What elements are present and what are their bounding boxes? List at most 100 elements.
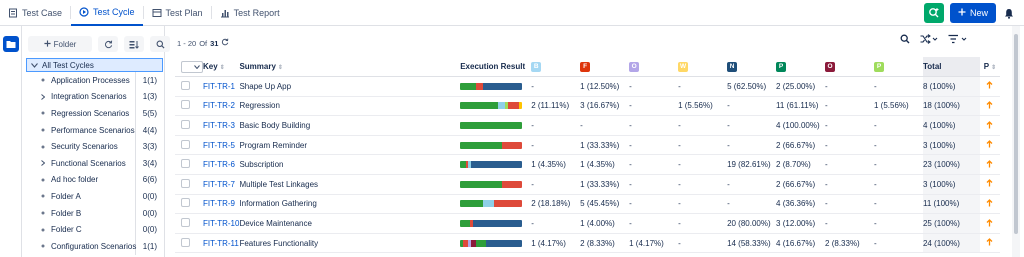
folder-tree: All Test Cycles Application Processes 1(1… xyxy=(26,58,163,255)
sort-button[interactable] xyxy=(124,36,144,52)
col-priority-label: P xyxy=(983,62,990,72)
key-link[interactable]: FIT-TR-6 xyxy=(203,160,235,169)
folder-panel-toggle[interactable] xyxy=(3,36,19,52)
search-icon[interactable] xyxy=(900,34,910,44)
total-cell: 3 (100%) xyxy=(922,135,980,155)
key-link[interactable]: FIT-TR-3 xyxy=(203,121,235,130)
bullet-icon xyxy=(38,78,48,82)
execution-result-cell xyxy=(460,77,531,97)
status-count-cell: - xyxy=(629,81,632,91)
row-checkbox[interactable] xyxy=(181,198,190,208)
table-row[interactable]: FIT-TR-5 Program Reminder -1 (33.33%) - - -2 … xyxy=(175,135,1000,155)
key-link[interactable]: FIT-TR-5 xyxy=(203,141,235,150)
progress-segment xyxy=(460,122,523,130)
progress-segment xyxy=(508,102,519,110)
table-row[interactable]: FIT-TR-2 Regression 2 (11.11%) 3 (16.67%) -1… xyxy=(175,96,1000,116)
key-link[interactable]: FIT-TR-2 xyxy=(203,101,235,110)
execution-progress-bar xyxy=(460,122,523,130)
table-row[interactable]: FIT-TR-11 Features Functionality 1 (4.17%)… xyxy=(175,233,1000,253)
add-folder-button[interactable]: Folder xyxy=(28,36,92,52)
status-count-cell: 3 (12.00%) xyxy=(776,219,816,229)
col-execution-result: Execution Result xyxy=(460,57,532,78)
tree-item[interactable]: Ad hoc folder 6(6) xyxy=(26,172,163,189)
folder-open-icon xyxy=(6,40,16,48)
scrollbar-thumb[interactable] xyxy=(1014,34,1018,234)
folder-sidebar: Folder All Test Cycles Application Proce… xyxy=(22,26,170,257)
key-link[interactable]: FIT-TR-1 xyxy=(203,82,235,91)
key-cell: FIT-TR-7 xyxy=(203,175,239,195)
table-row[interactable]: FIT-TR-1 Shape Up App -1 (12.50%) - -5 (62.5… xyxy=(175,76,1000,97)
priority-cell xyxy=(980,96,1000,116)
vertical-scrollbar[interactable] xyxy=(1012,26,1020,257)
tree-item[interactable]: Regression Scenarios 5(5) xyxy=(26,105,163,122)
priority-high-arrow-icon xyxy=(986,81,993,91)
tree-item[interactable]: Integration Scenarios 1(3) xyxy=(26,89,163,106)
status-count-cell: - xyxy=(874,199,877,209)
refresh-button[interactable] xyxy=(98,36,118,52)
tree-item-label: Configuration Scenarios xyxy=(51,241,137,251)
filter-dropdown[interactable] xyxy=(948,34,968,44)
tree-item[interactable]: Security Scenarios 3(3) xyxy=(26,138,163,155)
bell-icon[interactable] xyxy=(1002,6,1016,20)
row-checkbox[interactable] xyxy=(181,100,190,110)
progress-segment xyxy=(483,82,523,90)
table-row[interactable]: FIT-TR-3 Basic Body Building - - - - -4 (100.0… xyxy=(175,115,1000,136)
key-link[interactable]: FIT-TR-10 xyxy=(203,219,239,228)
tree-item[interactable]: Application Processes 1(1) xyxy=(26,72,163,89)
refresh-icon[interactable] xyxy=(221,38,229,48)
key-link[interactable]: FIT-TR-11 xyxy=(203,239,239,248)
priority-cell xyxy=(980,214,1000,234)
row-checkbox[interactable] xyxy=(181,178,190,188)
filter-icon xyxy=(948,34,967,44)
row-checkbox[interactable] xyxy=(181,237,190,247)
row-checkbox[interactable] xyxy=(181,159,190,169)
row-checkbox[interactable] xyxy=(181,80,190,90)
pagination-info: 1 - 20 Of 31 xyxy=(177,38,229,48)
select-all-checkbox[interactable] xyxy=(181,60,203,73)
key-link[interactable]: FIT-TR-7 xyxy=(203,180,235,189)
shuffle-dropdown[interactable] xyxy=(920,34,938,44)
sort-icon: ⇕ xyxy=(991,65,997,72)
total-cell: 11 (100%) xyxy=(922,194,980,214)
col-status-2: O xyxy=(629,57,679,78)
test-cycle-icon xyxy=(79,7,89,17)
row-checkbox[interactable] xyxy=(181,120,190,130)
status-count-cell: - xyxy=(874,140,877,150)
col-key[interactable]: Key ⇕ xyxy=(203,57,240,78)
table-row[interactable]: FIT-TR-10 Device Maintenance - 1 (4.00%) - - 2… xyxy=(175,213,1000,234)
row-checkbox[interactable] xyxy=(181,218,190,228)
status-count-cell: - xyxy=(678,160,681,170)
tree-item[interactable]: Configuration Scenarios 1(1) xyxy=(26,238,163,255)
status-count-cell: - xyxy=(727,199,730,209)
tree-item[interactable]: Performance Scenarios 4(4) xyxy=(26,122,163,139)
tab-test-cycle[interactable]: Test Cycle xyxy=(71,0,143,26)
chevron-down-icon xyxy=(194,64,200,69)
plus-icon xyxy=(958,8,966,18)
status-count-cell: - xyxy=(678,199,681,209)
row-checkbox[interactable] xyxy=(181,139,190,149)
tree-item[interactable]: Folder A 0(0) xyxy=(26,188,163,205)
quick-search-icon xyxy=(929,8,939,18)
row-select-cell xyxy=(175,214,203,234)
table-row[interactable]: FIT-TR-7 Multiple Test Linkages -1 (33.33%… xyxy=(175,174,1000,195)
table-row[interactable]: FIT-TR-6 Subscription 1 (4.35%) 1 (4.35%) - -… xyxy=(175,154,1000,175)
tab-test-report[interactable]: Test Report xyxy=(212,0,288,26)
tree-item[interactable]: Folder C 0(0) xyxy=(26,221,163,238)
col-summary[interactable]: Summary ⇕ xyxy=(239,57,461,78)
tree-item[interactable]: Functional Scenarios 3(4) xyxy=(26,155,163,172)
col-priority[interactable]: P ⇕ xyxy=(979,57,1000,78)
row-select-cell xyxy=(175,175,203,195)
tree-item[interactable]: Folder B 0(0) xyxy=(26,205,163,222)
tree-item-count: 1(3) xyxy=(142,92,157,102)
execution-result-cell xyxy=(460,175,531,195)
quick-search-button[interactable] xyxy=(923,3,944,23)
select-all-cell xyxy=(175,57,203,78)
status-count-cell: 1 (4.00%) xyxy=(580,219,615,229)
status-count-cell: - xyxy=(580,121,583,131)
tab-test-case[interactable]: Test Case xyxy=(0,0,70,26)
tab-test-plan[interactable]: Test Plan xyxy=(144,0,211,26)
table-row[interactable]: FIT-TR-9 Information Gathering 2 (18.18%) 5… xyxy=(175,194,1000,214)
new-button[interactable]: New xyxy=(949,3,996,23)
key-link[interactable]: FIT-TR-9 xyxy=(203,199,235,208)
tree-item-all-test-cycles[interactable]: All Test Cycles xyxy=(26,58,163,72)
